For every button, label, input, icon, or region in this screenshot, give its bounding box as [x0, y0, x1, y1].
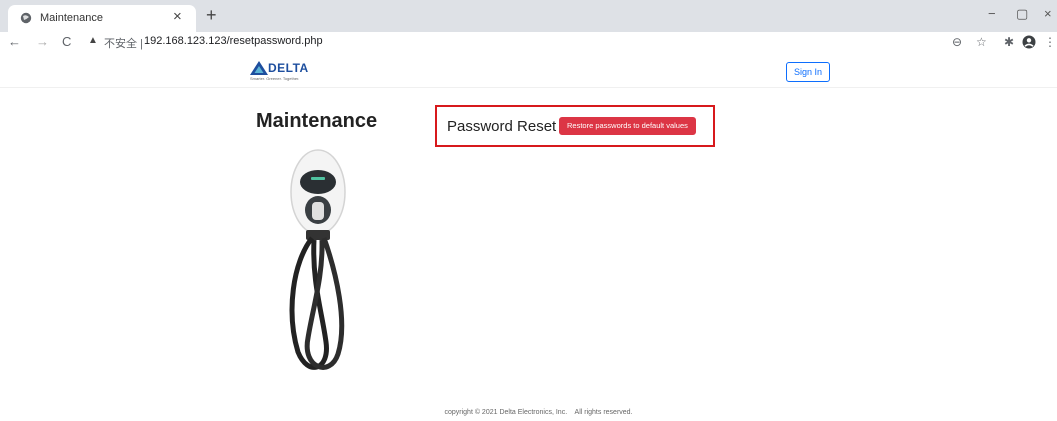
browser-toolbar: ← → C ▲ 不安全 | 192.168.123.123/resetpassw…	[0, 32, 1057, 52]
zoom-icon[interactable]: ⊖	[952, 35, 962, 49]
sign-in-button[interactable]: Sign In	[786, 62, 831, 82]
menu-dots-icon[interactable]: ⋮	[1044, 35, 1056, 49]
ev-charger-image	[289, 149, 346, 370]
address-bar[interactable]: ▲ 不安全 | 192.168.123.123/resetpassword.ph…	[84, 33, 944, 51]
insecure-label: 不安全 |	[104, 38, 143, 50]
logo-wordmark: DELTA	[268, 61, 309, 75]
reload-icon[interactable]: C	[62, 34, 71, 50]
browser-tab[interactable]: Maintenance ×	[8, 5, 196, 32]
bookmark-star-icon[interactable]: ☆	[976, 35, 987, 49]
warning-triangle-icon: ▲	[88, 35, 98, 46]
maximize-icon[interactable]: ▢	[1016, 6, 1028, 22]
site-navbar: DELTA Smarter. Greener. Together. Sign I…	[0, 54, 1057, 88]
window-close-icon[interactable]: ×	[1044, 6, 1052, 22]
profile-avatar-icon[interactable]	[1022, 35, 1036, 49]
copyright-footer: copyright © 2021 Delta Electronics, Inc.…	[444, 409, 633, 416]
forward-arrow-icon[interactable]: →	[36, 34, 49, 50]
close-tab-icon[interactable]: ×	[173, 8, 182, 26]
page-title: Maintenance	[256, 110, 378, 132]
url-text[interactable]: 192.168.123.123/resetpassword.php	[144, 35, 323, 47]
password-reset-highlight: Password Reset Restore passwords to defa…	[435, 105, 715, 147]
new-tab-button[interactable]: +	[206, 4, 217, 26]
tab-title: Maintenance	[40, 12, 103, 24]
delta-logo[interactable]: DELTA Smarter. Greener. Together.	[250, 59, 310, 85]
back-arrow-icon[interactable]: ←	[8, 34, 21, 50]
minimize-icon[interactable]: −	[988, 6, 996, 22]
restore-passwords-button[interactable]: Restore passwords to default values	[559, 117, 696, 135]
delta-triangle-icon	[250, 61, 268, 75]
logo-tagline: Smarter. Greener. Together.	[250, 76, 300, 81]
extensions-icon[interactable]: ✱	[1004, 35, 1014, 49]
globe-icon	[20, 12, 32, 24]
password-reset-label: Password Reset	[447, 118, 557, 135]
browser-tab-bar: Maintenance × + − ▢ ×	[0, 0, 1057, 32]
